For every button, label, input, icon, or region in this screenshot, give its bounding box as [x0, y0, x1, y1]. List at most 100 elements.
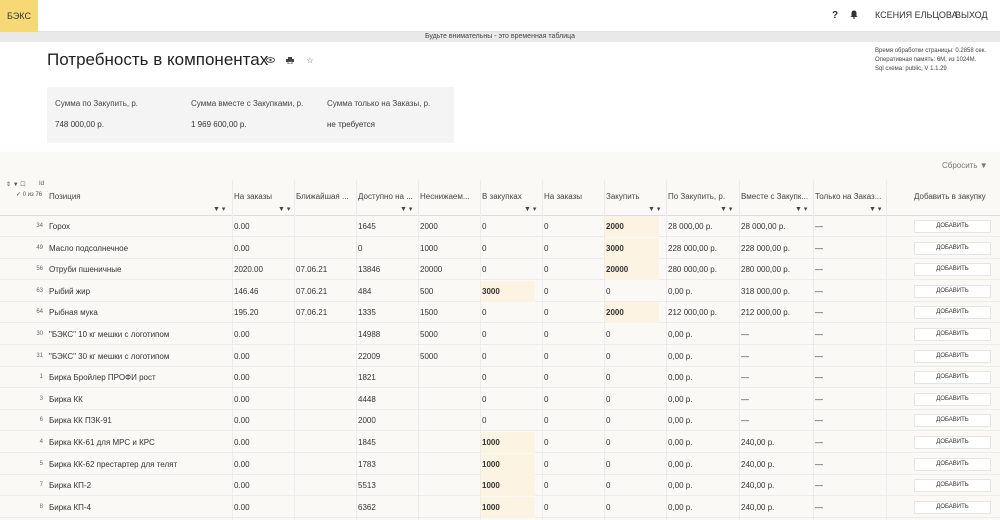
- add-to-purchase-button[interactable]: ДОБАВИТЬ: [914, 306, 991, 320]
- col-for-orders-cell: 2020.00: [234, 265, 263, 275]
- col-for-orders-2-header[interactable]: На заказы: [544, 192, 602, 201]
- filter-icon[interactable]: ▼ ▾: [795, 205, 807, 213]
- add-to-purchase-button[interactable]: ДОБАВИТЬ: [914, 241, 991, 255]
- col-in-purchases-cell: 0: [482, 222, 487, 231]
- table-row[interactable]: 64 Рыбная мука 195.20 07.06.21 1335 1500 0 0 200…: [0, 302, 1000, 324]
- add-to-purchase-button[interactable]: ДОБАВИТЬ: [914, 349, 991, 363]
- logout-link[interactable]: ВЫХОД: [955, 10, 988, 20]
- col-for-orders-header[interactable]: На заказы: [234, 192, 294, 201]
- col-position-header[interactable]: Позиция: [49, 192, 229, 201]
- bell-icon[interactable]: [850, 10, 858, 19]
- add-to-purchase-button[interactable]: ДОБАВИТЬ: [914, 263, 991, 277]
- table-row[interactable]: 5 Бирка КК-62 престартер для телят 0.00 178…: [0, 453, 1000, 475]
- filter-icon[interactable]: ▼ ▾: [720, 205, 732, 213]
- processing-time: Время обработки страницы: 0.2858 сек.: [875, 48, 987, 54]
- col-position-cell[interactable]: Рыбий жир: [49, 281, 225, 302]
- col-orders-only-header[interactable]: Только на Заказ...: [815, 192, 885, 201]
- reset-filters-button[interactable]: Сбросить ▼: [942, 161, 988, 170]
- col-with-purchases-cell: 240,00 р.: [741, 481, 775, 491]
- col-in-purchases-cell: 1000: [482, 459, 500, 469]
- filter-icon[interactable]: ▼ ▾: [869, 205, 881, 213]
- col-min-stock-header[interactable]: Неснижаем...: [420, 192, 478, 201]
- col-position-cell[interactable]: Отруби пшеничные: [49, 259, 225, 280]
- col-for-orders-2-cell: 0: [544, 243, 549, 253]
- star-icon[interactable]: ☆: [304, 54, 316, 66]
- column-divider: [886, 180, 887, 520]
- table-row[interactable]: 7 Бирка КП-2 0.00 5513 1000 0 0 0,00 р. 240,00 р…: [0, 475, 1000, 497]
- col-nearest-cell: [296, 367, 350, 388]
- table-row[interactable]: 56 Отруби пшеничные 2020.00 07.06.21 13846 20…: [0, 259, 1000, 281]
- col-to-purchase-header[interactable]: Закупить: [606, 192, 664, 201]
- col-available-header[interactable]: Доступно на ...: [358, 192, 416, 201]
- col-position-cell[interactable]: "БЭКС" 10 кг мешки с логотипом: [49, 324, 225, 345]
- col-with-purchases-header[interactable]: Вместе с Закупк...: [741, 192, 811, 201]
- sort-controls[interactable]: ⇕ ▼ ☐: [6, 181, 26, 188]
- col-in-purchases-header[interactable]: В закупках: [482, 192, 540, 201]
- help-link[interactable]: ?: [832, 10, 838, 21]
- col-position-cell[interactable]: Горох: [49, 216, 225, 237]
- col-position-cell[interactable]: Бирка КК ПЗК-91: [49, 410, 225, 431]
- row-id: 31: [36, 352, 43, 359]
- filter-icon[interactable]: ▼ ▾: [213, 205, 225, 213]
- col-available-cell: 14988: [358, 330, 381, 339]
- eye-icon[interactable]: [264, 54, 276, 66]
- col-position-cell[interactable]: "БЭКС" 30 кг мешки с логотипом: [49, 346, 225, 367]
- add-to-purchase-button[interactable]: ДОБАВИТЬ: [914, 371, 991, 385]
- filter-icon[interactable]: ▼ ▾: [278, 205, 290, 213]
- row-id: 49: [36, 244, 43, 251]
- col-position-cell[interactable]: Бирка КК-61 для МРС и КРС: [49, 432, 225, 453]
- table-row[interactable]: 34 Горох 0.00 1645 2000 0 0 2000 28 000,00 р. 28 …: [0, 216, 1000, 237]
- add-to-purchase-button[interactable]: ДОБАВИТЬ: [914, 284, 991, 298]
- col-add-to-purchase-header[interactable]: Добавить в закупку: [914, 192, 994, 201]
- col-min-stock-cell: [420, 497, 474, 518]
- add-to-purchase-button[interactable]: ДОБАВИТЬ: [914, 457, 991, 471]
- col-nearest-cell: [296, 410, 350, 431]
- col-with-purchases-cell: 280 000,00 р.: [741, 265, 790, 275]
- add-to-purchase-button[interactable]: ДОБАВИТЬ: [914, 328, 991, 341]
- table-row[interactable]: 4 Бирка КК-61 для МРС и КРС 0.00 1845 1000 0 0…: [0, 432, 1000, 453]
- selection-count: ✓ 0 из 76: [16, 192, 43, 198]
- add-to-purchase-button[interactable]: ДОБАВИТЬ: [914, 414, 991, 428]
- table-row[interactable]: 8 Бирка КП-4 0.00 6362 1000 0 0 0,00 р. 240,00 р…: [0, 496, 1000, 518]
- filter-icon[interactable]: ▼ ▾: [648, 205, 660, 213]
- col-position-cell[interactable]: Масло подсолнечное: [49, 238, 225, 259]
- col-to-purchase-cell: 0: [606, 351, 611, 361]
- add-to-purchase-button[interactable]: ДОБАВИТЬ: [914, 392, 991, 406]
- row-id: 63: [36, 287, 43, 294]
- table-row[interactable]: 30 "БЭКС" 10 кг мешки с логотипом 0.00 1498…: [0, 324, 1000, 345]
- table-row[interactable]: 63 Рыбий жир 146.46 07.06.21 484 500 3000 0 0 0,0…: [0, 280, 1000, 302]
- table-row[interactable]: 1 Бирка Бройлер ПРОФИ рост 0.00 1821 0 0 0 0,00…: [0, 367, 1000, 389]
- sum-purchase-value: 748 000,00 р.: [55, 120, 104, 129]
- add-to-purchase-button[interactable]: ДОБАВИТЬ: [914, 500, 991, 514]
- col-position-cell[interactable]: Бирка КП-4: [49, 497, 225, 518]
- col-to-purchase-cell: 3000: [606, 243, 624, 253]
- add-to-purchase-button[interactable]: ДОБАВИТЬ: [914, 479, 991, 493]
- col-nearest-cell: [296, 389, 350, 410]
- col-in-purchases-cell: 0: [482, 243, 487, 253]
- filter-icon[interactable]: ▼ ▾: [524, 205, 536, 213]
- col-position-cell[interactable]: Бирка КП-2: [49, 475, 225, 496]
- col-purchase-sum-cell: 0,00 р.: [668, 373, 693, 383]
- filter-icon[interactable]: ▼ ▾: [400, 205, 412, 213]
- add-to-purchase-button[interactable]: ДОБАВИТЬ: [914, 220, 991, 233]
- user-name-link[interactable]: КСЕНИЯ ЕЛЬЦОВА: [875, 10, 958, 20]
- column-divider: [604, 180, 605, 520]
- col-position-cell[interactable]: Бирка КК: [49, 389, 225, 410]
- table-row[interactable]: 31 "БЭКС" 30 кг мешки с логотипом 0.00 2200…: [0, 346, 1000, 367]
- column-divider: [232, 180, 233, 520]
- app-logo[interactable]: БЭКС: [0, 0, 38, 32]
- table-row[interactable]: 49 Масло подсолнечное 0.00 0 1000 0 0 3000 228 0…: [0, 237, 1000, 259]
- col-nearest-header[interactable]: Ближайшая ...: [296, 192, 354, 201]
- col-position-cell[interactable]: Бирка Бройлер ПРОФИ рост: [49, 367, 225, 388]
- col-orders-only-cell: —: [815, 222, 823, 231]
- print-icon[interactable]: [284, 54, 296, 66]
- table-row[interactable]: 3 Бирка КК 0.00 4448 0 0 0 0,00 р. — — ДОБАВИТЬ: [0, 389, 1000, 410]
- col-purchase-sum-header[interactable]: По Закупить, р.: [668, 192, 736, 201]
- col-purchase-sum-cell: 0,00 р.: [668, 438, 693, 447]
- id-column-header[interactable]: Id: [39, 181, 44, 187]
- col-position-cell[interactable]: Бирка КК-62 престартер для телят: [49, 454, 225, 475]
- add-to-purchase-button[interactable]: ДОБАВИТЬ: [914, 436, 991, 449]
- row-id: 1: [39, 374, 43, 381]
- col-position-cell[interactable]: Рыбная мука: [49, 302, 225, 323]
- table-row[interactable]: 6 Бирка КК ПЗК-91 0.00 2000 0 0 0 0,00 р. — — ДОБА…: [0, 410, 1000, 432]
